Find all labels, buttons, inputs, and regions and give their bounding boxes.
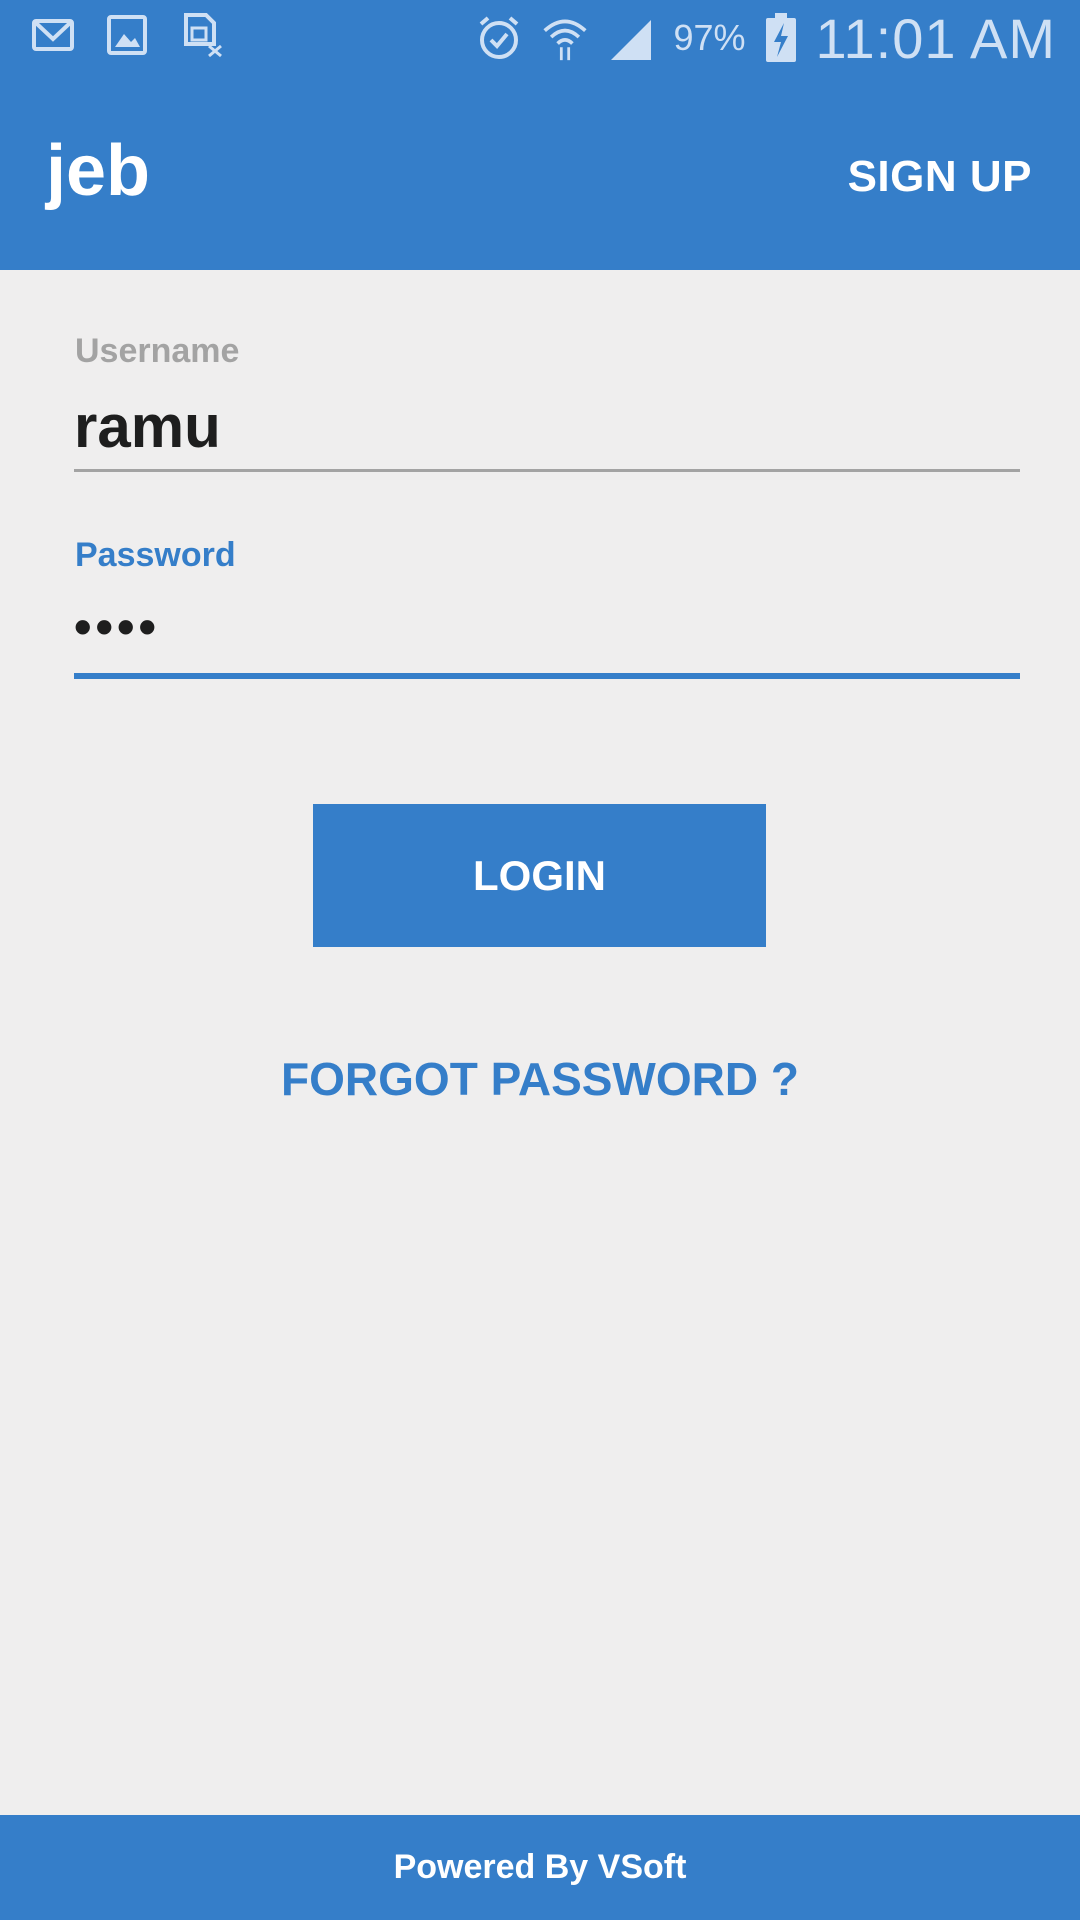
forgot-password-link[interactable]: FORGOT PASSWORD ? xyxy=(0,1052,1080,1106)
battery-charging-icon xyxy=(765,13,796,62)
system-status: 97% 11:01 AM xyxy=(475,6,1056,70)
username-label: Username xyxy=(75,332,240,370)
sim-error-icon xyxy=(184,13,222,58)
clock: 11:01 AM xyxy=(815,6,1056,70)
battery-percent: 97% xyxy=(673,17,746,58)
footer: Powered By VSoft xyxy=(0,1815,1080,1920)
password-input[interactable]: •••• xyxy=(74,598,1020,678)
app-title: jeb xyxy=(46,131,151,211)
login-button[interactable]: LOGIN xyxy=(313,804,766,947)
password-label: Password xyxy=(75,536,236,574)
status-bar: 97% 11:01 AM xyxy=(0,0,1080,76)
wifi-icon xyxy=(543,19,588,61)
gallery-icon xyxy=(107,15,147,55)
footer-text: Powered By VSoft xyxy=(393,1848,687,1886)
username-underline xyxy=(74,469,1020,472)
password-underline xyxy=(74,673,1020,679)
signal-icon xyxy=(611,20,652,60)
username-input[interactable]: ramu xyxy=(74,392,1020,472)
app-bar: jeb SIGN UP xyxy=(0,76,1080,270)
alarm-icon xyxy=(480,16,519,59)
gmail-icon xyxy=(32,19,74,51)
sign-up-button[interactable]: SIGN UP xyxy=(848,152,1032,202)
notification-icons xyxy=(30,12,224,58)
